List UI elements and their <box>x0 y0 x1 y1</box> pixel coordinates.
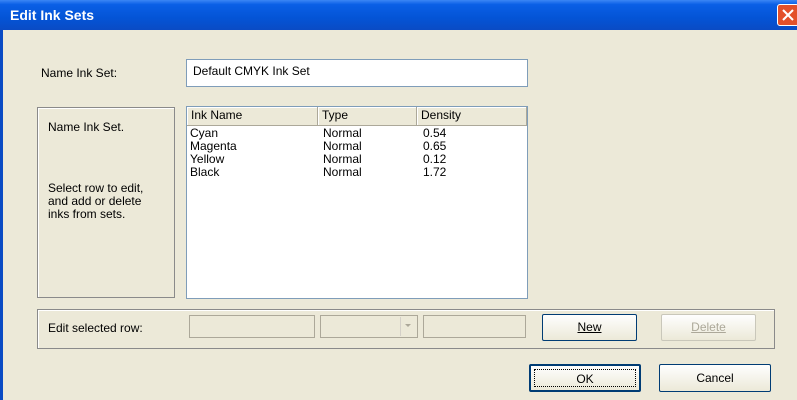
ink-list-table[interactable]: Ink Name Type Density Cyan Normal 0.54 M… <box>186 106 528 299</box>
type-cell: Normal <box>323 165 362 179</box>
new-button-label: New <box>577 320 602 334</box>
column-header-type[interactable]: Type <box>318 107 417 126</box>
column-header-ink-name[interactable]: Ink Name <box>187 107 318 126</box>
column-header-density[interactable]: Density <box>417 107 527 126</box>
name-ink-set-label: Name Ink Set: <box>41 66 118 80</box>
ok-button[interactable]: OK <box>529 364 641 392</box>
edit-selected-row-label: Edit selected row: <box>48 321 143 335</box>
help-heading: Name Ink Set. <box>48 120 125 134</box>
dropdown-arrow[interactable] <box>400 317 416 336</box>
chevron-down-icon <box>405 324 411 327</box>
delete-button-label: Delete <box>691 320 726 334</box>
help-text: Select row to edit, and add or delete in… <box>48 181 144 221</box>
title-bar[interactable]: Edit Ink Sets <box>0 0 797 30</box>
name-ink-set-input[interactable]: Default CMYK Ink Set <box>186 59 528 87</box>
close-button[interactable] <box>777 4 797 26</box>
help-panel: Name Ink Set. Select row to edit, and ad… <box>37 107 175 298</box>
cancel-button[interactable]: Cancel <box>659 364 771 392</box>
focus-rectangle <box>534 369 636 387</box>
table-row[interactable]: Black Normal 1.72 <box>187 166 527 179</box>
window-frame-left <box>0 30 3 400</box>
close-icon <box>782 9 794 21</box>
edit-ink-name-field[interactable] <box>189 315 315 338</box>
density-cell: 1.72 <box>423 165 447 179</box>
new-button[interactable]: New <box>542 314 637 341</box>
ink-name-cell: Black <box>190 165 220 179</box>
edit-type-dropdown[interactable] <box>320 315 418 338</box>
edit-density-field[interactable] <box>423 315 526 338</box>
edit-ink-sets-dialog: Edit Ink Sets Name Ink Set: Default CMYK… <box>0 0 797 400</box>
delete-button[interactable]: Delete <box>661 314 756 341</box>
window-title: Edit Ink Sets <box>10 7 95 23</box>
cancel-button-label: Cancel <box>696 371 734 385</box>
